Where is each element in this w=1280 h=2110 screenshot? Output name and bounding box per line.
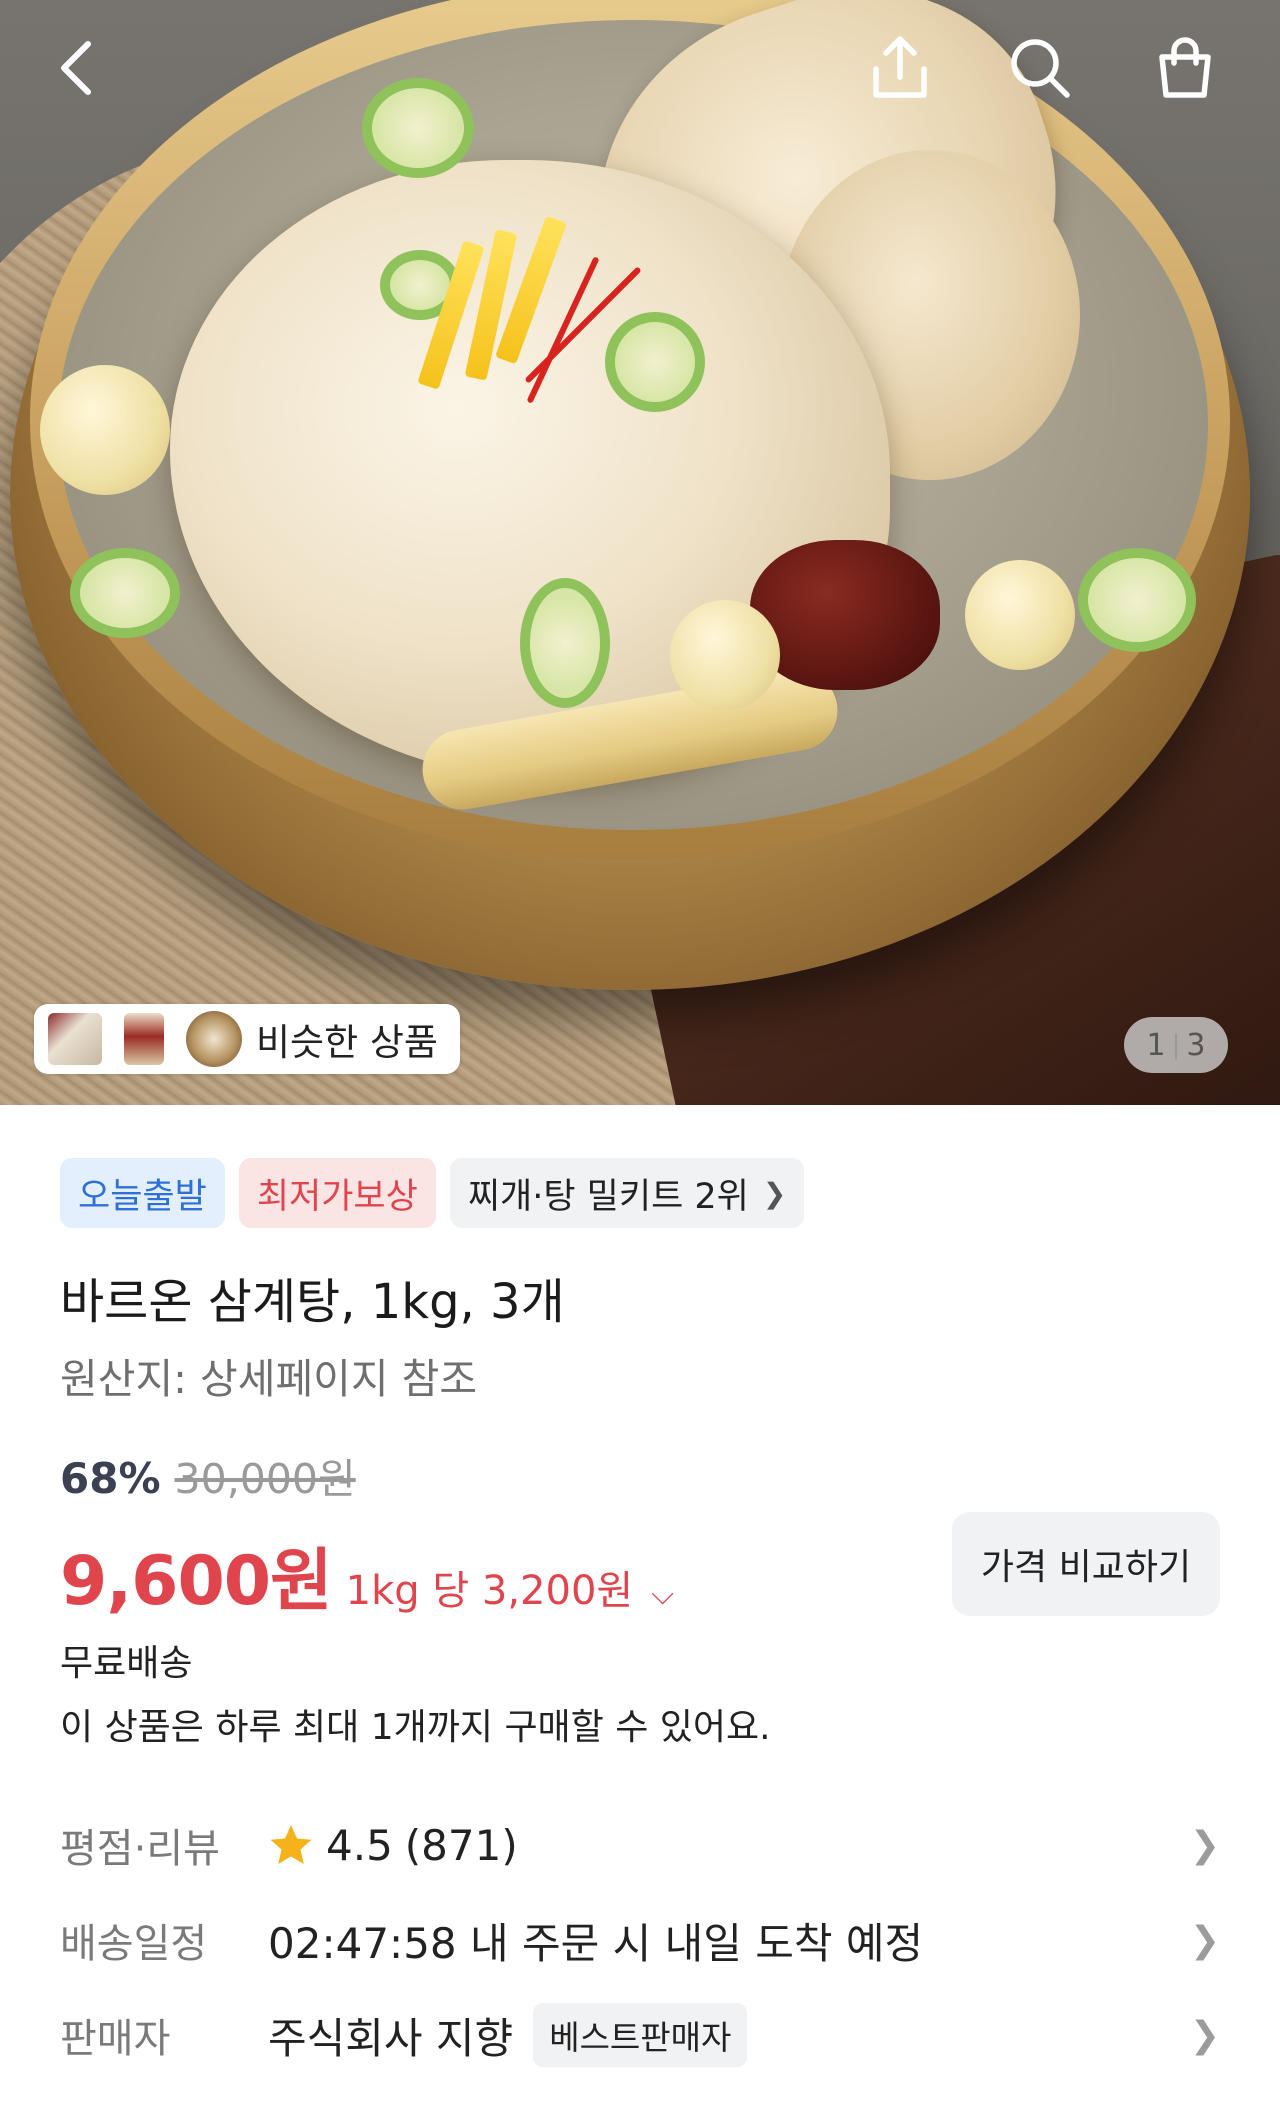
share-icon [873,36,927,98]
scallion-slice [520,578,610,708]
discount-row: 68% 30,000원 [60,1445,356,1505]
delivery-schedule-label: 배송일정 [60,1921,208,1967]
search-icon [1011,39,1070,98]
discount-rate: 68% [60,1454,161,1503]
scallion-slice [362,78,474,178]
lowest-price-badge: 최저가보상 [238,1158,436,1228]
search-button[interactable] [1000,28,1080,108]
best-seller-badge: 베스트판매자 [533,2003,748,2067]
chevron-right-icon: ❯ [762,1176,787,1210]
scallion-slice [605,312,705,412]
original-price: 30,000원 [174,1455,356,1503]
lowest-price-label: 최저가보상 [256,1176,418,1217]
similar-product-thumbnail [186,1011,242,1067]
today-shipping-badge: 오늘출발 [60,1158,225,1228]
product-title: 바르온 삼계탕, 1kg, 3개 [60,1274,565,1330]
product-image-gallery[interactable]: 비슷한 상품 1 | 3 [0,0,1280,1105]
garlic-clove [670,600,780,710]
today-shipping-label: 오늘출발 [78,1176,207,1217]
delivery-schedule-value: 02:47:58 내 주문 시 내일 도착 예정 [268,1918,924,1968]
purchase-limit-text: 이 상품은 하루 최대 1개까지 구매할 수 있어요. [60,1707,771,1748]
free-shipping-text: 무료배송 [60,1643,193,1684]
similar-product-thumbnail [48,1013,102,1065]
similar-products-button[interactable]: 비슷한 상품 [34,1004,460,1074]
rating-review-label: 평점·리뷰 [60,1826,220,1872]
price-row: 9,600원 1kg 당 3,200원 ⌵ [60,1525,674,1624]
unit-price[interactable]: 1kg 당 3,200원 [346,1558,634,1616]
rating-review-row[interactable]: 평점·리뷰 4.5 (871) ❯ [60,1810,1220,1880]
scallion-slice [1078,548,1196,652]
sale-price: 9,600원 [60,1542,333,1621]
similar-product-thumbnail [124,1013,164,1065]
garlic-clove [965,560,1075,670]
seller-name: 주식회사 지향 [268,2013,514,2063]
chevron-right-icon: ❯ [1189,1824,1220,1866]
back-button[interactable] [36,28,116,108]
cart-button[interactable] [1145,28,1225,108]
image-pager: 1 | 3 [1124,1017,1228,1073]
share-button[interactable] [860,28,940,108]
garlic-clove [40,365,170,495]
shopping-bag-icon [1159,37,1211,98]
seller-label: 판매자 [60,2016,171,2062]
chevron-right-icon: ❯ [1189,2014,1220,2056]
ranking-label: 찌개·탕 밀키트 2위 [467,1176,749,1217]
seller-row[interactable]: 판매자 주식회사 지향 베스트판매자 ❯ [60,2000,1220,2070]
product-badges: 오늘출발 최저가보상 찌개·탕 밀키트 2위 ❯ [60,1158,805,1228]
chevron-down-icon[interactable]: ⌵ [651,1577,674,1612]
pager-separator: | [1171,1030,1181,1060]
current-page: 1 [1146,1027,1166,1063]
star-icon [270,1825,312,1864]
rating-score: 4.5 [326,1820,393,1870]
chevron-left-icon [61,41,91,95]
review-count: (871) [404,1820,518,1870]
seller-value: 주식회사 지향 베스트판매자 [268,2003,748,2067]
scallion-slice [70,548,180,638]
chevron-right-icon: ❯ [1189,1919,1220,1961]
price-compare-button[interactable]: 가격 비교하기 [952,1512,1220,1616]
rating-review-value: 4.5 (871) [268,1821,518,1870]
delivery-schedule-row[interactable]: 배송일정 02:47:58 내 주문 시 내일 도착 예정 ❯ [60,1905,1220,1975]
ranking-badge[interactable]: 찌개·탕 밀키트 2위 ❯ [449,1158,805,1228]
similar-products-label: 비슷한 상품 [256,1021,438,1064]
product-origin: 원산지: 상세페이지 참조 [60,1355,478,1403]
total-pages: 3 [1186,1027,1206,1063]
